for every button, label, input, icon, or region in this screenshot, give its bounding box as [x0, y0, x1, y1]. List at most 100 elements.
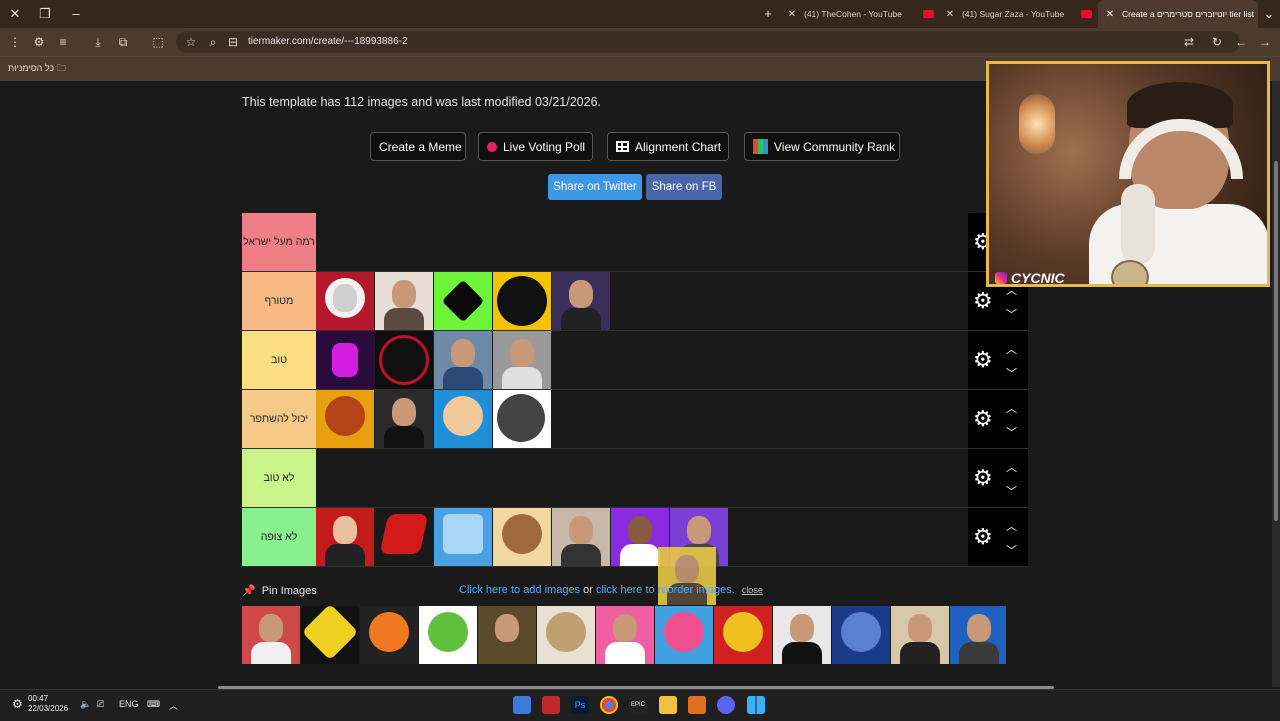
view-community-rank-button[interactable]: View Community Rank — [744, 132, 900, 161]
pool-image[interactable] — [596, 606, 654, 664]
bookmark-star-icon[interactable]: ☆ — [182, 33, 200, 51]
tier-label[interactable]: לא טוב — [242, 449, 316, 507]
files-app-icon[interactable] — [688, 696, 706, 714]
tier-image[interactable] — [552, 272, 610, 330]
tray-overflow-icon[interactable]: ︿ — [169, 699, 178, 712]
tier-label[interactable]: טוב — [242, 331, 316, 389]
move-down-icon[interactable]: ﹀ — [1006, 424, 1017, 440]
forward-icon[interactable]: ← — [1232, 33, 1250, 51]
gear-icon[interactable]: ⚙ — [973, 349, 993, 371]
pool-image[interactable] — [714, 606, 772, 664]
tier-image[interactable] — [434, 508, 492, 566]
tab-close-icon[interactable]: ✕ — [944, 1, 956, 28]
tab-close-icon[interactable]: ✕ — [1104, 1, 1116, 28]
tier-image[interactable] — [493, 508, 551, 566]
game-app-icon[interactable] — [542, 696, 560, 714]
tier-image[interactable] — [316, 508, 374, 566]
reorder-images-link[interactable]: click here to reorder images. — [596, 584, 735, 596]
tier-image[interactable] — [375, 272, 433, 330]
file-explorer-app-icon[interactable] — [659, 696, 677, 714]
pool-image[interactable] — [301, 606, 359, 664]
all-bookmarks-folder[interactable]: כל הסימניות 🗀 — [8, 61, 66, 77]
move-up-icon[interactable]: ︿ — [1006, 400, 1017, 416]
address-bar[interactable]: ☆ ⌕ ⊟ tiermaker.com/create/---18993886-2… — [176, 31, 1240, 53]
extensions-icon[interactable]: ⧉ — [114, 33, 132, 51]
tier-image[interactable] — [375, 390, 433, 448]
scrollbar-thumb[interactable] — [1274, 161, 1278, 521]
pool-image[interactable] — [537, 606, 595, 664]
pool-image[interactable] — [478, 606, 536, 664]
settings-tray-icon[interactable]: ⚙ — [12, 697, 23, 711]
tier-image[interactable] — [493, 331, 551, 389]
keyboard-icon[interactable]: ⌨ — [147, 699, 160, 710]
tier-image[interactable] — [316, 272, 374, 330]
tier-image[interactable] — [493, 390, 551, 448]
page-scrollbar[interactable] — [1272, 81, 1280, 687]
move-down-icon[interactable]: ﹀ — [1006, 483, 1017, 499]
tab-search-icon[interactable]: ⌄ — [1260, 5, 1278, 23]
gear-icon[interactable]: ⚙ — [973, 526, 993, 548]
gear-icon[interactable]: ⚙ — [973, 408, 993, 430]
gear-icon[interactable]: ⚙ — [973, 290, 993, 312]
dragging-image[interactable] — [658, 547, 716, 605]
pin-images-toggle[interactable]: 📌 Pin Images — [242, 584, 317, 597]
pool-image[interactable] — [242, 606, 300, 664]
tier-image[interactable] — [316, 331, 374, 389]
move-down-icon[interactable]: ﹀ — [1006, 365, 1017, 381]
share-fb-button[interactable]: Share on FB — [646, 174, 722, 200]
tier-image[interactable] — [375, 508, 433, 566]
site-settings-icon[interactable]: ⇄ — [1180, 33, 1198, 51]
tier-image[interactable] — [434, 331, 492, 389]
move-down-icon[interactable]: ﹀ — [1006, 306, 1017, 322]
url-text[interactable]: tiermaker.com/create/---18993886-2 — [248, 31, 408, 53]
new-tab-button[interactable]: + — [759, 5, 777, 23]
extension-icon[interactable]: ⚙ — [30, 33, 48, 51]
pool-image[interactable] — [773, 606, 831, 664]
reload-icon[interactable]: ↻ — [1208, 33, 1226, 51]
add-images-link[interactable]: Click here to add images — [459, 584, 580, 596]
tier-image[interactable] — [493, 272, 551, 330]
tier-image[interactable] — [375, 331, 433, 389]
tier-label[interactable]: מטורף — [242, 272, 316, 330]
tier-label[interactable]: רמה מעל ישראל — [242, 213, 316, 271]
reading-list-icon[interactable]: ≡ — [54, 33, 72, 51]
windows-start-icon[interactable] — [747, 696, 765, 714]
photoshop-app-icon[interactable]: Ps — [571, 696, 589, 714]
pool-image[interactable] — [655, 606, 713, 664]
alignment-chart-button[interactable]: Alignment Chart — [607, 132, 729, 161]
tier-label[interactable]: יכול להשתפר — [242, 390, 316, 448]
discord-app-icon[interactable] — [717, 696, 735, 714]
pool-image[interactable] — [950, 606, 1006, 664]
tier-label[interactable]: לא צופה — [242, 508, 316, 566]
extensions-puzzle-icon[interactable]: ⬚ — [149, 33, 167, 51]
network-icon[interactable]: ⎚ — [97, 699, 104, 710]
pool-image[interactable] — [891, 606, 949, 664]
zoom-icon[interactable]: ⌕ — [204, 33, 222, 51]
close-help-link[interactable]: close — [742, 585, 763, 595]
back-icon[interactable]: → — [1256, 33, 1274, 51]
taskbar-clock[interactable]: 00:47 22/03/2026 — [28, 694, 68, 714]
tier-image[interactable] — [434, 390, 492, 448]
language-indicator[interactable]: ENG — [119, 699, 139, 709]
site-info-icon[interactable]: ⊟ — [224, 33, 242, 51]
move-up-icon[interactable]: ︿ — [1006, 459, 1017, 475]
close-window-icon[interactable]: ✕ — [6, 5, 24, 23]
chrome-app-icon[interactable] — [600, 696, 618, 714]
pool-image[interactable] — [360, 606, 418, 664]
create-meme-button[interactable]: Create a Meme — [370, 132, 466, 161]
share-twitter-button[interactable]: Share on Twitter — [548, 174, 642, 200]
pool-image[interactable] — [419, 606, 477, 664]
pool-image[interactable] — [832, 606, 890, 664]
tab-sugar-zaza[interactable]: ✕ (41) Sugar Zaza - YouTube — [944, 0, 1092, 28]
minimize-window-icon[interactable]: – — [67, 5, 85, 23]
tier-image[interactable] — [316, 390, 374, 448]
restore-window-icon[interactable]: ❐ — [36, 5, 54, 23]
download-icon[interactable]: ⤓ — [89, 33, 107, 51]
volume-icon[interactable]: 🔈 — [80, 699, 91, 710]
move-down-icon[interactable]: ﹀ — [1006, 542, 1017, 558]
notepad-app-icon[interactable] — [513, 696, 531, 714]
gear-icon[interactable]: ⚙ — [973, 467, 993, 489]
live-voting-poll-button[interactable]: Live Voting Poll — [478, 132, 593, 161]
tier-image[interactable] — [434, 272, 492, 330]
epic-games-app-icon[interactable]: EPIC — [629, 696, 647, 714]
